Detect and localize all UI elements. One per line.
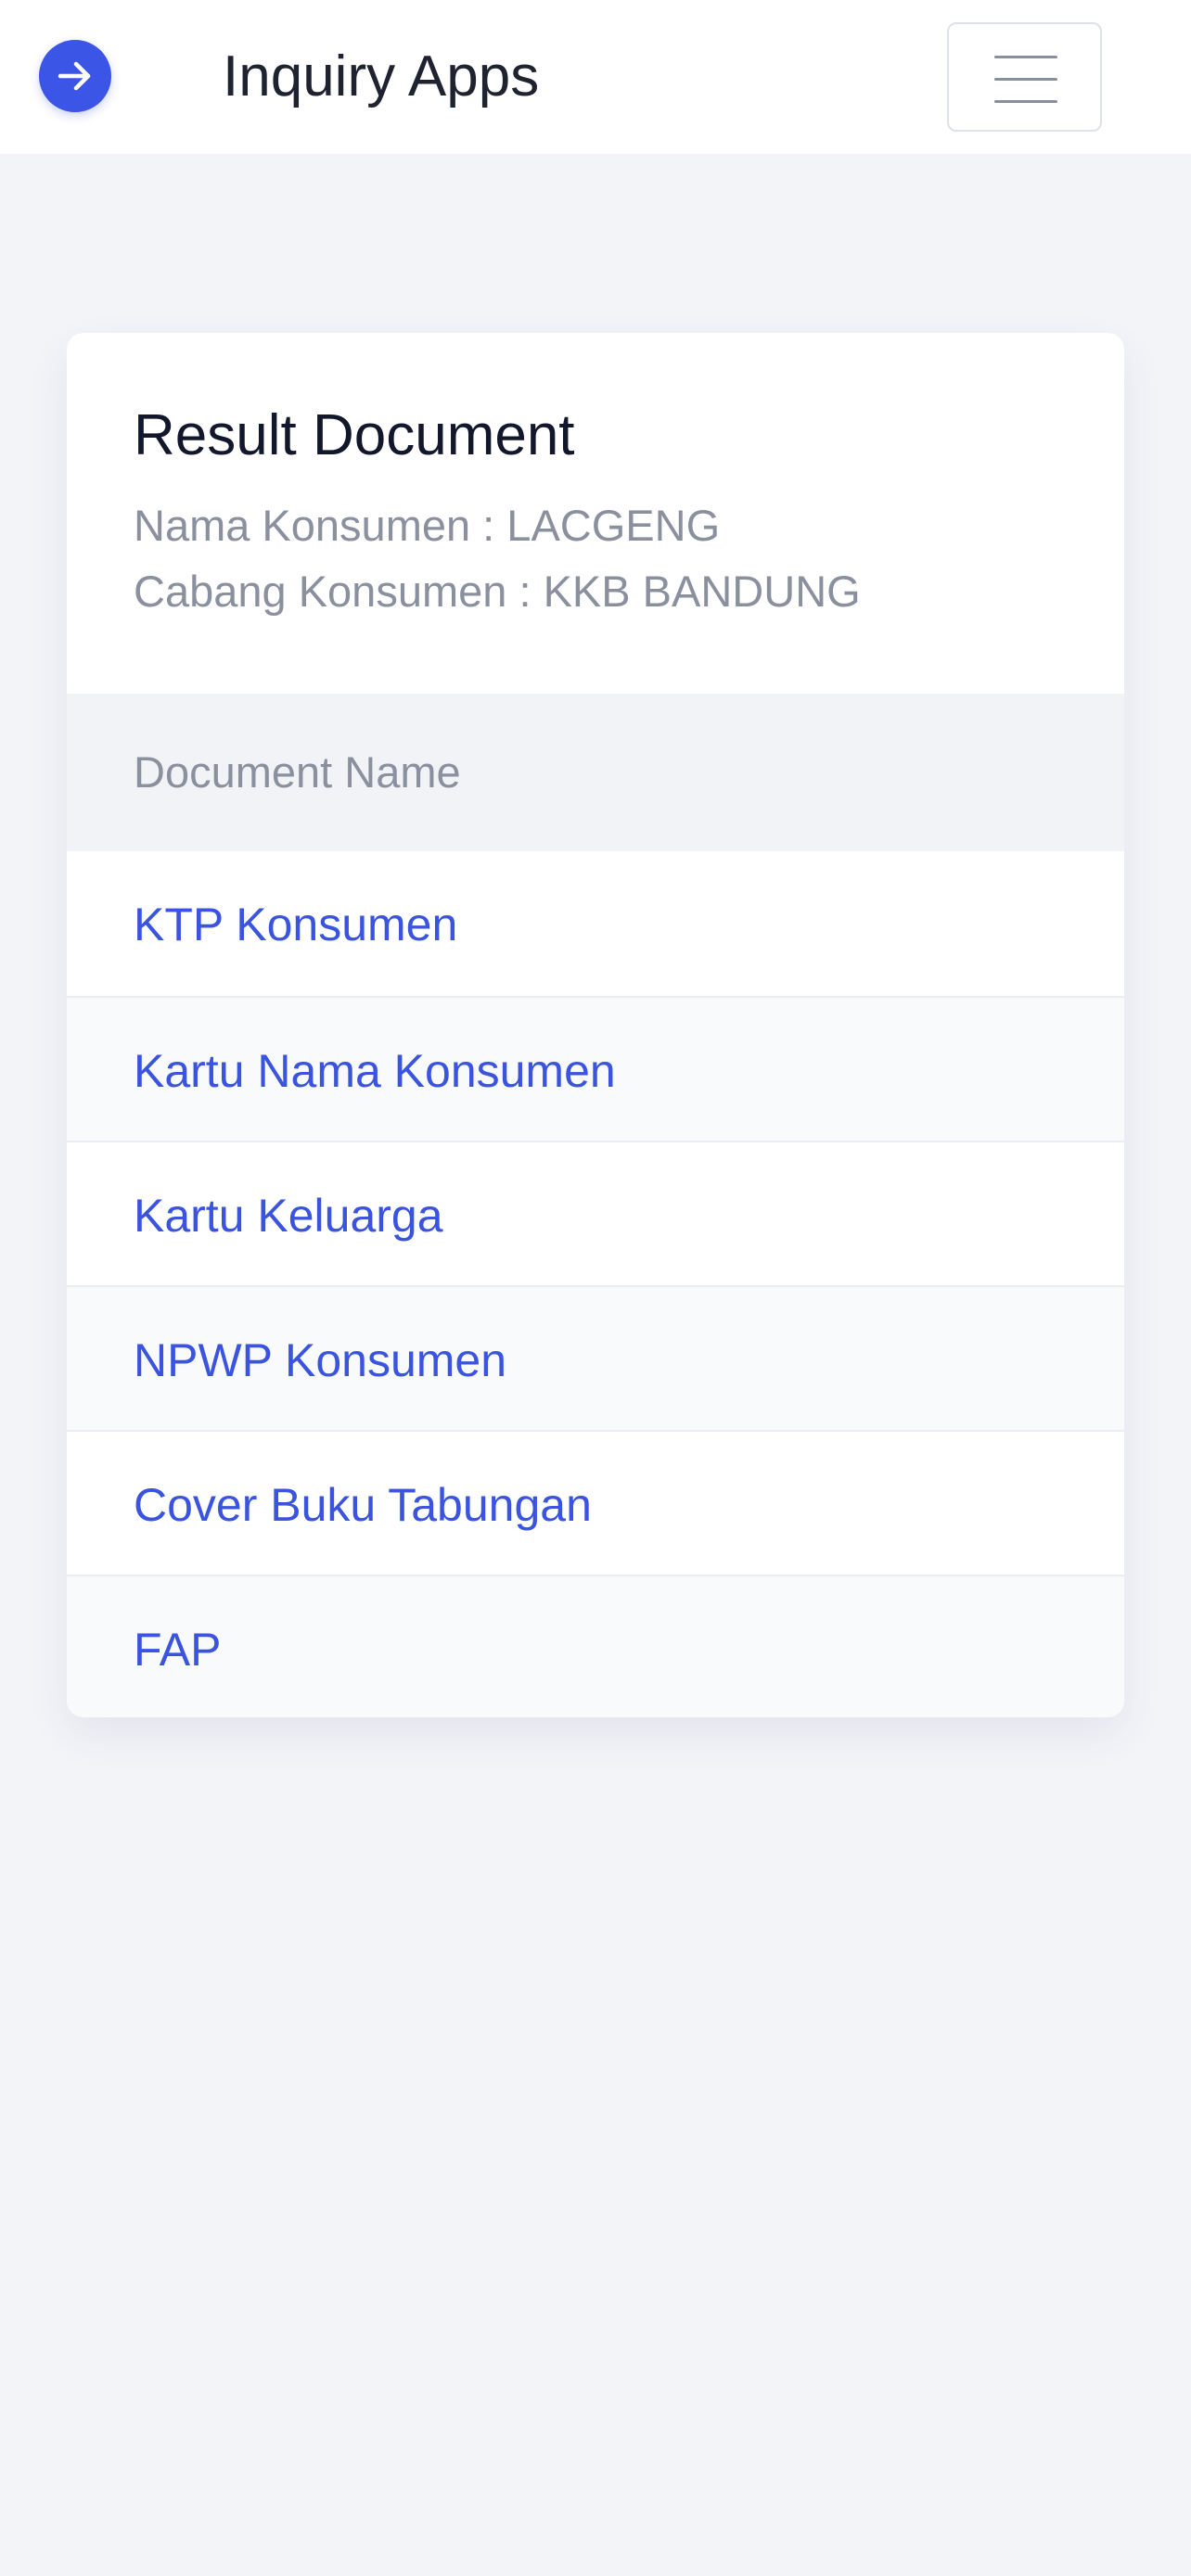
document-link-kartu-keluarga[interactable]: Kartu Keluarga: [134, 1189, 443, 1243]
card-header: Result Document Nama Konsumen : LACGENG …: [67, 333, 1124, 694]
document-link-fap[interactable]: FAP: [134, 1623, 221, 1677]
document-link-kartu-nama-konsumen[interactable]: Kartu Nama Konsumen: [134, 1044, 616, 1098]
hamburger-menu-icon: [994, 56, 1057, 58]
result-document-card: Result Document Nama Konsumen : LACGENG …: [67, 333, 1124, 1717]
menu-toggle-button[interactable]: [947, 22, 1102, 132]
card-title: Result Document: [134, 403, 575, 467]
column-header-document-name: Document Name: [134, 747, 461, 797]
arrow-right-glyph: [58, 61, 91, 91]
document-link-ktp-konsumen[interactable]: KTP Konsumen: [134, 898, 457, 951]
hamburger-menu-icon-bar-3: [994, 100, 1057, 103]
table-row: FAP: [67, 1575, 1124, 1717]
document-link-npwp-konsumen[interactable]: NPWP Konsumen: [134, 1333, 506, 1387]
table-header: Document Name: [67, 694, 1124, 851]
table-row: Kartu Nama Konsumen: [67, 996, 1124, 1141]
hamburger-menu-icon-bar-2: [994, 78, 1057, 81]
app-title: Inquiry Apps: [223, 45, 540, 108]
table-row: KTP Konsumen: [67, 851, 1124, 996]
cabang-konsumen-text: Cabang Konsumen : KKB BANDUNG: [134, 567, 861, 616]
nama-konsumen-text: Nama Konsumen : LACGENG: [134, 501, 721, 550]
table-row: NPWP Konsumen: [67, 1285, 1124, 1430]
top-navbar: Inquiry Apps: [0, 0, 1191, 154]
table-row: Kartu Keluarga: [67, 1141, 1124, 1285]
document-link-cover-buku-tabungan[interactable]: Cover Buku Tabungan: [134, 1478, 592, 1532]
table-row: Cover Buku Tabungan: [67, 1430, 1124, 1575]
arrow-right-icon[interactable]: [39, 40, 111, 112]
